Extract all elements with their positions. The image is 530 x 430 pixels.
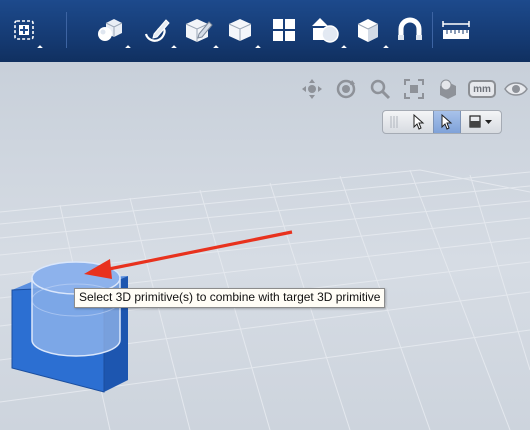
combine-icon [312,18,339,43]
sketch-button[interactable] [138,8,177,52]
main-menu-icon [14,20,34,40]
pattern-icon [273,19,295,41]
main-menu-button[interactable] [8,8,43,52]
sketch-icon [144,19,170,42]
pattern-button[interactable] [266,8,302,52]
group-icon [357,19,379,42]
measure-icon [442,21,470,39]
measure-button[interactable] [438,8,474,52]
snap-button[interactable] [392,8,428,52]
modify-button[interactable] [222,8,261,52]
app-window: mm Select 3D primitive(s) to combine wit… [0,0,530,430]
dropdown-caret [37,45,43,51]
toolbar-divider [66,12,67,48]
modify-icon [228,19,252,41]
main-toolbar [0,0,530,63]
toolbar-divider [432,12,433,48]
group-button[interactable] [350,8,389,52]
construct-icon [185,19,213,42]
primitives-button[interactable] [92,8,131,52]
scene-canvas [0,169,530,430]
tooltip: Select 3D primitive(s) to combine with t… [74,288,386,308]
primitives-icon [98,19,123,41]
snap-icon [398,17,422,40]
combine-button[interactable] [308,8,347,52]
construct-button[interactable] [180,8,219,52]
3d-viewport[interactable]: mm Select 3D primitive(s) to combine wit… [0,62,530,430]
